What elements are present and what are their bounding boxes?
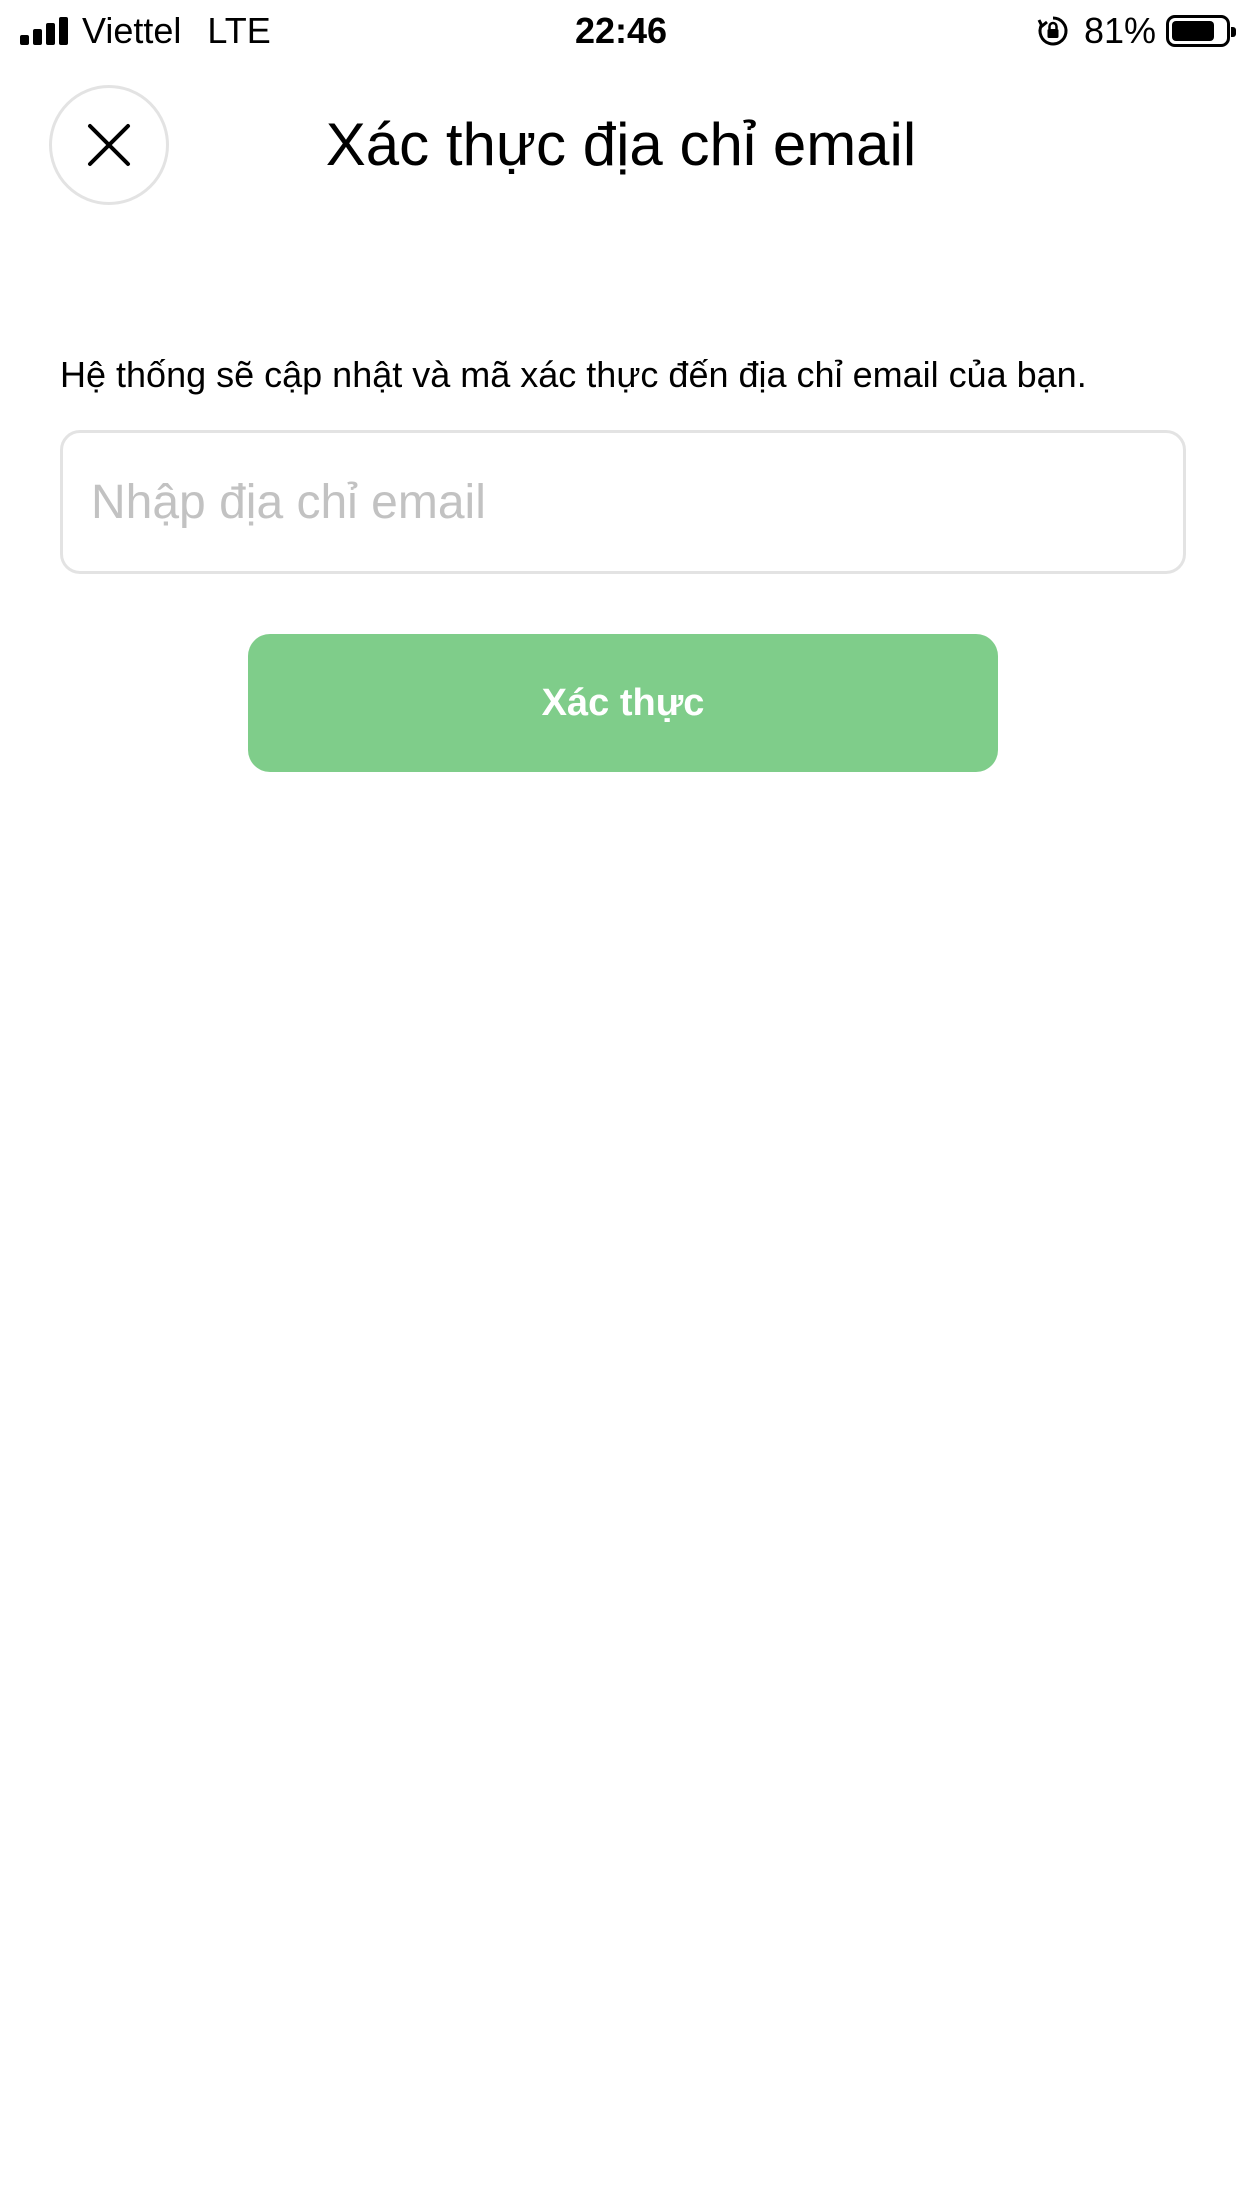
status-right: 81% (1036, 10, 1236, 52)
email-verification-screen: Viettel LTE 22:46 81% Xác thực địa chỉ e… (0, 0, 1242, 2208)
page-title: Xác thực địa chỉ email (325, 111, 917, 178)
verification-description: Hệ thống sẽ cập nhật và mã xác thực đến … (60, 354, 1087, 395)
battery-tip (1231, 27, 1236, 37)
email-input[interactable] (60, 430, 1186, 574)
status-bar: Viettel LTE 22:46 81% (0, 0, 1242, 62)
battery-fill (1172, 21, 1215, 41)
battery-percentage: 81% (1083, 10, 1156, 51)
orientation-lock-icon (1037, 16, 1068, 46)
battery-icon (1166, 15, 1236, 47)
verify-button[interactable]: Xác thực (248, 634, 998, 772)
